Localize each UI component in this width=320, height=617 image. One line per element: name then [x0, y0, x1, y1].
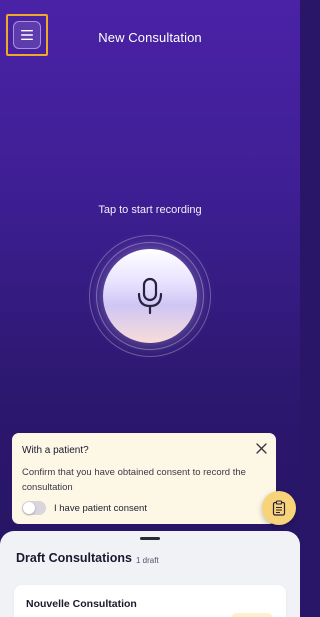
- consultation-screen: New Consultation Tap to start recording …: [0, 0, 300, 617]
- notes-fab-button[interactable]: [262, 491, 296, 525]
- menu-button[interactable]: [6, 14, 48, 56]
- clipboard-icon: [272, 500, 286, 516]
- consent-title: With a patient?: [22, 445, 89, 456]
- menu-button-inner: [13, 21, 41, 49]
- draft-item[interactable]: Nouvelle Consultation: [14, 585, 286, 617]
- consent-card: With a patient? Confirm that you have ob…: [12, 433, 276, 524]
- consent-message: Confirm that you have obtained consent t…: [22, 467, 246, 493]
- consent-toggle-knob: [23, 502, 35, 514]
- hamburger-menu-icon: [21, 30, 33, 40]
- record-hint: Tap to start recording: [98, 204, 202, 216]
- drafts-bottom-sheet[interactable]: Draft Consultations 1 draft Nouvelle Con…: [0, 531, 300, 617]
- sheet-drag-handle[interactable]: [140, 537, 160, 540]
- draft-status-chip: [232, 613, 272, 617]
- consent-close-button[interactable]: [254, 441, 268, 455]
- page-title: New Consultation: [98, 30, 202, 45]
- drafts-count-badge: 1 draft: [136, 556, 159, 565]
- close-icon: [255, 442, 267, 454]
- draft-item-name: Nouvelle Consultation: [26, 598, 137, 610]
- drafts-title: Draft Consultations: [16, 551, 132, 565]
- record-button[interactable]: [103, 249, 197, 343]
- consent-toggle[interactable]: [22, 501, 46, 515]
- consent-toggle-label: I have patient consent: [54, 503, 147, 514]
- microphone-icon: [137, 277, 163, 315]
